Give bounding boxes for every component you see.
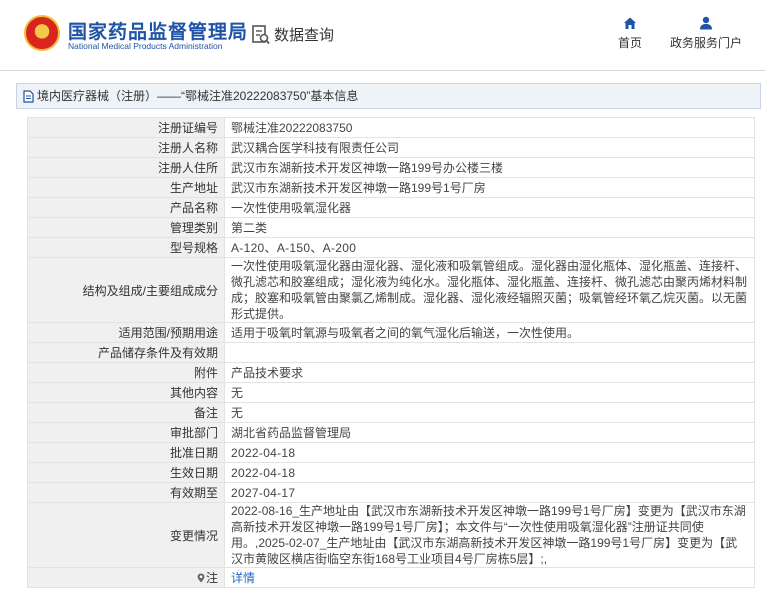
nav-home[interactable]: 首页: [612, 16, 648, 51]
table-row: 注册证编号 鄂械注准20222083750: [27, 117, 755, 138]
data-query-link[interactable]: 数据查询: [252, 24, 334, 45]
table-row: 有效期至 2027-04-17: [27, 482, 755, 503]
registration-detail-table: 注册证编号 鄂械注准20222083750 注册人名称 武汉耦合医学科技有限责任…: [27, 117, 755, 588]
row-label-storage-conditions: 产品储存条件及有效期: [27, 342, 225, 363]
details-link[interactable]: 详情: [231, 571, 255, 585]
row-label-registration-number: 注册证编号: [27, 117, 225, 138]
table-row: 变更情况 2022-08-16_生产地址由【武汉市东湖新技术开发区神墩一路199…: [27, 502, 755, 568]
data-query-label: 数据查询: [274, 27, 335, 44]
row-label-remarks: 备注: [27, 402, 225, 423]
table-row: 注 详情: [27, 567, 755, 588]
table-row: 管理类别 第二类: [27, 217, 755, 238]
data-query-icon: [252, 24, 270, 44]
row-value-production-address: 武汉市东湖新技术开发区神墩一路199号1号厂房: [224, 177, 755, 198]
row-label-registrant-name: 注册人名称: [27, 137, 225, 158]
row-value-structure-composition: 一次性使用吸氧湿化器由湿化器、湿化液和吸氧管组成。湿化器由湿化瓶体、湿化瓶盖、连…: [224, 257, 755, 323]
table-row: 注册人名称 武汉耦合医学科技有限责任公司: [27, 137, 755, 158]
row-value-storage-conditions: [224, 342, 755, 363]
note-label: 注: [205, 571, 218, 585]
table-row: 备注 无: [27, 402, 755, 423]
home-icon: [624, 17, 636, 29]
row-label-intended-use: 适用范围/预期用途: [27, 322, 225, 343]
national-emblem-logo[interactable]: [24, 15, 60, 51]
row-value-model-spec: A-120、A-150、A-200: [224, 237, 755, 258]
site-name-cn[interactable]: 国家药品监督管理局: [68, 17, 248, 44]
table-row: 产品名称 一次性使用吸氧湿化器: [27, 197, 755, 218]
row-value-expiry-date: 2027-04-17: [224, 482, 755, 503]
row-value-approval-date: 2022-04-18: [224, 442, 755, 463]
row-label-other-content: 其他内容: [27, 382, 225, 403]
row-value-intended-use: 适用于吸氧时氧源与吸氧者之间的氧气湿化后输送，一次性使用。: [224, 322, 755, 343]
row-value-product-name: 一次性使用吸氧湿化器: [224, 197, 755, 218]
row-value-management-category: 第二类: [224, 217, 755, 238]
row-label-approval-date: 批准日期: [27, 442, 225, 463]
row-value-change-history: 2022-08-16_生产地址由【武汉市东湖新技术开发区神墩一路199号1号厂房…: [224, 502, 755, 568]
row-label-change-history: 变更情况: [27, 502, 225, 568]
row-label-management-category: 管理类别: [27, 217, 225, 238]
row-label-expiry-date: 有效期至: [27, 482, 225, 503]
table-row: 注册人住所 武汉市东湖新技术开发区神墩一路199号办公楼三楼: [27, 157, 755, 178]
record-title: 境内医疗器械（注册）——“鄂械注准20222083750”基本信息: [37, 89, 359, 103]
row-label-effective-date: 生效日期: [27, 462, 225, 483]
nav-service-portal[interactable]: 政务服务门户: [666, 16, 746, 51]
table-row: 生效日期 2022-04-18: [27, 462, 755, 483]
nav-home-label: 首页: [617, 36, 642, 50]
table-row: 批准日期 2022-04-18: [27, 442, 755, 463]
table-row: 其他内容 无: [27, 382, 755, 403]
table-row: 生产地址 武汉市东湖新技术开发区神墩一路199号1号厂房: [27, 177, 755, 198]
row-label-registrant-address: 注册人住所: [27, 157, 225, 178]
row-label-model-spec: 型号规格: [27, 237, 225, 258]
record-title-bar: 境内医疗器械（注册）——“鄂械注准20222083750”基本信息: [16, 83, 761, 109]
table-row: 产品储存条件及有效期: [27, 342, 755, 363]
document-icon: [23, 89, 34, 103]
row-label-structure-composition: 结构及组成/主要组成成分: [27, 257, 225, 323]
row-value-remarks: 无: [224, 402, 755, 423]
row-value-effective-date: 2022-04-18: [224, 462, 755, 483]
table-row: 型号规格 A-120、A-150、A-200: [27, 237, 755, 258]
row-value-registrant-address: 武汉市东湖新技术开发区神墩一路199号办公楼三楼: [224, 157, 755, 178]
row-value-registrant-name: 武汉耦合医学科技有限责任公司: [224, 137, 755, 158]
nav-service-label: 政务服务门户: [669, 36, 742, 50]
row-label-production-address: 生产地址: [27, 177, 225, 198]
row-value-registration-number: 鄂械注准20222083750: [224, 117, 755, 138]
table-row: 附件 产品技术要求: [27, 362, 755, 383]
header-divider: [0, 70, 765, 71]
row-label-product-name: 产品名称: [27, 197, 225, 218]
row-label-attachment: 附件: [27, 362, 225, 383]
site-name-en: National Medical Products Administration: [68, 41, 223, 51]
row-value-attachment: 产品技术要求: [224, 362, 755, 383]
row-value-note: 详情: [224, 567, 755, 588]
row-value-other-content: 无: [224, 382, 755, 403]
location-pin-icon: [197, 573, 205, 583]
row-value-approval-department: 湖北省药品监督管理局: [224, 422, 755, 443]
user-icon: [700, 16, 712, 30]
table-row: 结构及组成/主要组成成分 一次性使用吸氧湿化器由湿化器、湿化液和吸氧管组成。湿化…: [27, 257, 755, 323]
row-label-note: 注: [27, 567, 225, 588]
row-label-approval-department: 审批部门: [27, 422, 225, 443]
table-row: 适用范围/预期用途 适用于吸氧时氧源与吸氧者之间的氧气湿化后输送，一次性使用。: [27, 322, 755, 343]
table-row: 审批部门 湖北省药品监督管理局: [27, 422, 755, 443]
site-header: 国家药品监督管理局 National Medical Products Admi…: [0, 0, 765, 70]
